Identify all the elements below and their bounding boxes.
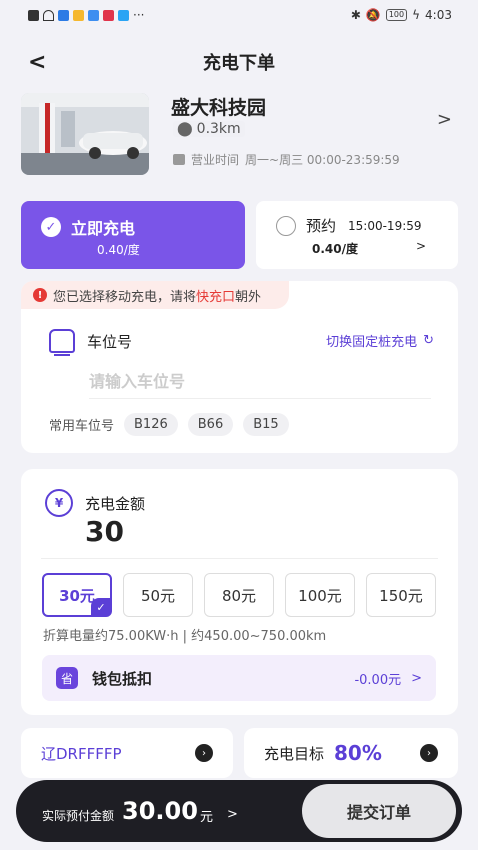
app-icon [73, 9, 84, 21]
radio-icon [276, 215, 296, 236]
station-distance: ⬤ 0.3km [173, 121, 245, 137]
location-pin-icon: ⬤ [177, 121, 193, 137]
warning-text-post: 朝外 [235, 289, 262, 305]
station-thumbnail [21, 93, 149, 175]
station-name: 盛大科技园 [171, 97, 267, 119]
alert-icon [28, 9, 39, 21]
license-plate-selector[interactable]: 辽DRFFFFP › [21, 728, 233, 778]
target-label: 充电目标 [264, 744, 325, 763]
wallet-icon: 省 [56, 667, 78, 689]
app-icon [58, 9, 69, 21]
mode-charge-now[interactable]: ✓ 立即充电 0.40/度 [21, 201, 245, 269]
cloud-icon [88, 9, 99, 21]
amount-title-label: 充电金额 [85, 494, 146, 513]
slot-title: 车位号 [49, 329, 133, 356]
pay-unit: 元 [199, 809, 213, 825]
warning-text-pre: 您已选择移动充电，请将 [53, 289, 197, 305]
yen-icon: ¥ [45, 489, 73, 517]
amount-option-label: 100元 [298, 586, 342, 605]
amount-option[interactable]: 30元 ✓ [42, 573, 112, 617]
amount-options: 30元 ✓ 50元 80元 100元 150元 [42, 573, 436, 617]
slot-chip[interactable]: B126 [124, 413, 178, 436]
mute-icon: 🔕 [365, 8, 381, 22]
amount-title: ¥ 充电金额 [45, 489, 145, 517]
page-title: 充电下单 [203, 53, 275, 74]
hours-label: 营业时间 [191, 153, 240, 167]
amount-option-label: 50元 [140, 586, 176, 605]
mode-now-price: 0.40/度 [97, 243, 140, 257]
slot-title-label: 车位号 [87, 332, 133, 351]
parking-slot-card: ! 您已选择移动充电，请将快充口朝外 车位号 切换固定桩充电 ↻ 常用车位号 B… [21, 281, 458, 453]
refresh-icon: ↻ [423, 333, 434, 348]
chevron-right-icon: › [420, 744, 438, 762]
wallet-value: -0.00元 [354, 672, 402, 688]
more-icon: ··· [133, 8, 145, 22]
distance-value: 0.3km [196, 121, 241, 137]
switch-label: 切换固定桩充电 [326, 335, 418, 350]
chevron-right-icon[interactable]: > [227, 807, 238, 822]
battery-icon: 100 [385, 9, 408, 21]
energy-estimate: 折算电量约75.00KW·h | 约450.00~750.00km [43, 629, 327, 644]
amount-option[interactable]: 100元 [285, 573, 355, 617]
target-value: 80% [334, 741, 382, 765]
bluetooth-icon: ✱ [350, 8, 361, 22]
check-icon: ✓ [41, 217, 61, 237]
chevron-right-icon: › [195, 744, 213, 762]
mode-reserve[interactable]: 预约 15:00-19:59 0.40/度 > [256, 201, 458, 269]
warning-banner: ! 您已选择移动充电，请将 快充口 朝外 [21, 281, 290, 309]
mode-book-label: 预约 [306, 217, 337, 235]
shop-icon [173, 154, 185, 165]
status-bar: ··· ✱ 🔕 100 ϟ 4:03 [0, 0, 478, 30]
header: < 充电下单 [0, 40, 478, 84]
charging-icon: ϟ [412, 8, 421, 22]
hours-value: 周一~周三 00:00-23:59:59 [245, 153, 400, 167]
back-icon[interactable]: < [28, 50, 46, 75]
common-slots: 常用车位号 B126 B66 B15 [49, 413, 289, 436]
check-icon: ✓ [91, 598, 111, 616]
chevron-right-icon: > [411, 670, 422, 686]
slot-chip[interactable]: B15 [243, 413, 289, 436]
amount-option-label: 30元 [59, 586, 95, 605]
slot-number-input[interactable] [89, 365, 431, 399]
amount-option[interactable]: 50元 [123, 573, 193, 617]
wallet-deduction[interactable]: 省 钱包抵扣 -0.00元 > [42, 655, 436, 701]
station-hours: 营业时间 周一~周三 00:00-23:59:59 [173, 151, 400, 168]
pay-amount: 30.00 [122, 797, 198, 825]
divider [41, 558, 438, 559]
mode-book-price: 0.40/度 [312, 242, 358, 256]
pay-label: 实际预付金额 [42, 808, 115, 823]
amount-value[interactable]: 30 [85, 515, 124, 548]
wallet-label: 钱包抵扣 [92, 669, 153, 688]
submit-order-button[interactable]: 提交订单 [302, 784, 456, 838]
wifi-icon [43, 9, 54, 21]
amount-option[interactable]: 150元 [366, 573, 436, 617]
plate-value: 辽DRFFFFP [41, 744, 122, 763]
charge-amount-card: ¥ 充电金额 30 30元 ✓ 50元 80元 100元 150元 折算电量约7… [21, 469, 458, 715]
switch-fixed-pile-button[interactable]: 切换固定桩充电 ↻ [326, 331, 434, 350]
chevron-right-icon: > [436, 109, 452, 130]
amount-option-label: 150元 [379, 586, 423, 605]
app-icon [118, 9, 129, 21]
mode-book-time: 15:00-19:59 [348, 218, 422, 233]
warning-text-highlight: 快充口 [196, 289, 236, 305]
status-icons: ··· [28, 8, 144, 22]
station-info[interactable]: 盛大科技园 ⬤ 0.3km 营业时间 周一~周三 00:00-23:59:59 … [21, 93, 458, 177]
amount-option-label: 80元 [221, 586, 257, 605]
amount-option[interactable]: 80元 [204, 573, 274, 617]
car-icon [49, 329, 75, 356]
app-icon [103, 9, 114, 21]
charge-target-selector[interactable]: 充电目标 80% › [244, 728, 458, 778]
status-time: 4:03 [425, 8, 452, 22]
warning-icon: ! [33, 288, 47, 302]
chevron-right-icon: > [415, 239, 426, 253]
common-slots-label: 常用车位号 [49, 419, 115, 434]
mode-now-label: 立即充电 [71, 219, 136, 238]
status-right: ✱ 🔕 100 ϟ 4:03 [351, 8, 452, 22]
slot-chip[interactable]: B66 [187, 413, 234, 436]
payment-bar: 实际预付金额 30.00 元 > 提交订单 [16, 780, 462, 842]
